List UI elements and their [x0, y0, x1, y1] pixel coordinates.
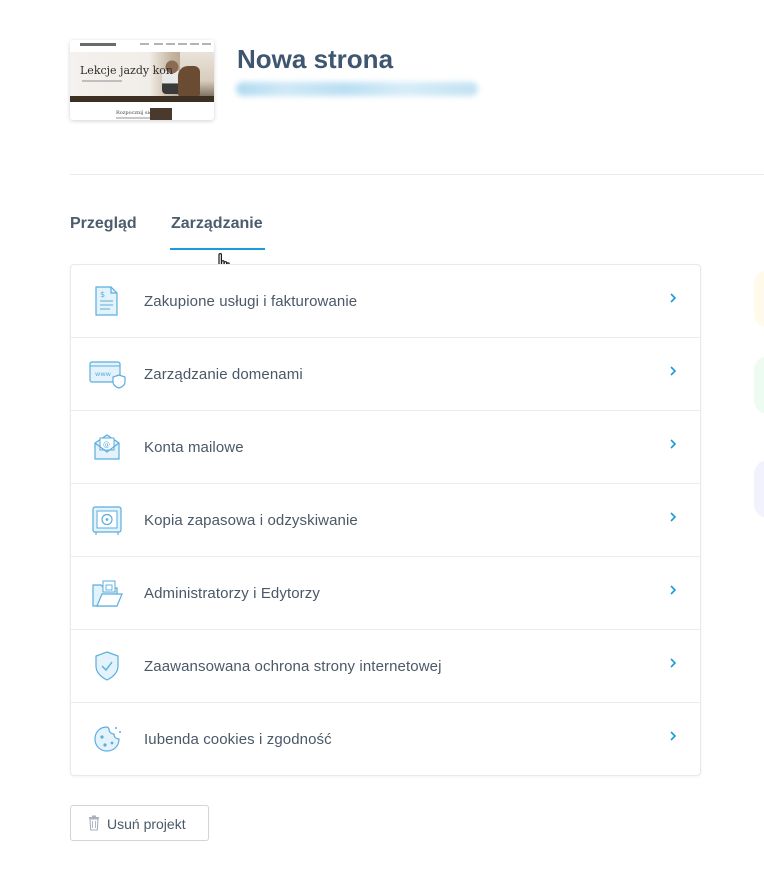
svg-text:www: www — [95, 370, 112, 378]
header-divider — [70, 174, 764, 175]
chevron-right-icon — [670, 512, 677, 522]
svg-text:@: @ — [103, 441, 110, 449]
menu-item-mail[interactable]: @ Konta mailowe — [71, 411, 700, 484]
menu-item-label: Iubenda cookies i zgodność — [144, 731, 332, 748]
chevron-right-icon — [670, 731, 677, 741]
folder-lock-icon — [89, 575, 127, 611]
menu-item-backup[interactable]: Kopia zapasowa i odzyskiwanie — [71, 484, 700, 557]
active-tab-indicator — [170, 248, 265, 250]
mail-envelope-icon: @ — [89, 429, 127, 465]
menu-item-label: Kopia zapasowa i odzyskiwanie — [144, 512, 358, 529]
chevron-right-icon — [670, 585, 677, 595]
thumbnail-hero-title: Lekcje jazdy kon — [80, 64, 173, 77]
domain-www-icon: www — [89, 356, 127, 392]
project-thumbnail[interactable]: Lekcje jazdy kon Rozpocznij się — [70, 40, 214, 120]
side-card-peek[interactable] — [754, 356, 764, 414]
chevron-right-icon — [670, 439, 677, 449]
project-url-blurred[interactable] — [236, 82, 478, 96]
delete-project-button[interactable]: Usuń projekt — [70, 805, 209, 841]
invoice-icon: $ — [89, 283, 127, 319]
trash-icon — [89, 815, 99, 831]
thumbnail-nav — [70, 40, 214, 50]
svg-text:$: $ — [100, 290, 105, 299]
menu-item-domains[interactable]: www Zarządzanie domenami — [71, 338, 700, 411]
menu-item-label: Zarządzanie domenami — [144, 366, 303, 383]
tab-overview[interactable]: Przegląd — [70, 215, 137, 233]
menu-item-billing[interactable]: $ Zakupione usługi i fakturowanie — [71, 265, 700, 338]
thumbnail-section-title: Rozpocznij się — [116, 110, 153, 116]
project-title: Nowa strona — [237, 44, 394, 74]
safe-backup-icon — [89, 502, 127, 538]
menu-item-label: Zakupione usługi i fakturowanie — [144, 293, 358, 310]
tab-management[interactable]: Zarządzanie — [171, 215, 263, 233]
menu-item-admins[interactable]: Administratorzy i Edytorzy — [71, 557, 700, 630]
chevron-right-icon — [670, 293, 677, 303]
menu-item-label: Zaawansowana ochrona strony internetowej — [144, 658, 442, 675]
side-card-peek[interactable] — [754, 270, 764, 328]
management-menu: $ Zakupione usługi i fakturowanie www Za… — [70, 264, 701, 776]
delete-project-label: Usuń projekt — [107, 816, 186, 832]
cookie-icon — [89, 721, 127, 757]
menu-item-cookies[interactable]: Iubenda cookies i zgodność — [71, 703, 700, 776]
menu-item-security[interactable]: Zaawansowana ochrona strony internetowej — [71, 630, 700, 703]
chevron-right-icon — [670, 366, 677, 376]
chevron-right-icon — [670, 658, 677, 668]
side-card-peek[interactable] — [754, 460, 764, 518]
menu-item-label: Konta mailowe — [144, 439, 244, 456]
shield-check-icon — [89, 648, 127, 684]
menu-item-label: Administratorzy i Edytorzy — [144, 585, 320, 602]
